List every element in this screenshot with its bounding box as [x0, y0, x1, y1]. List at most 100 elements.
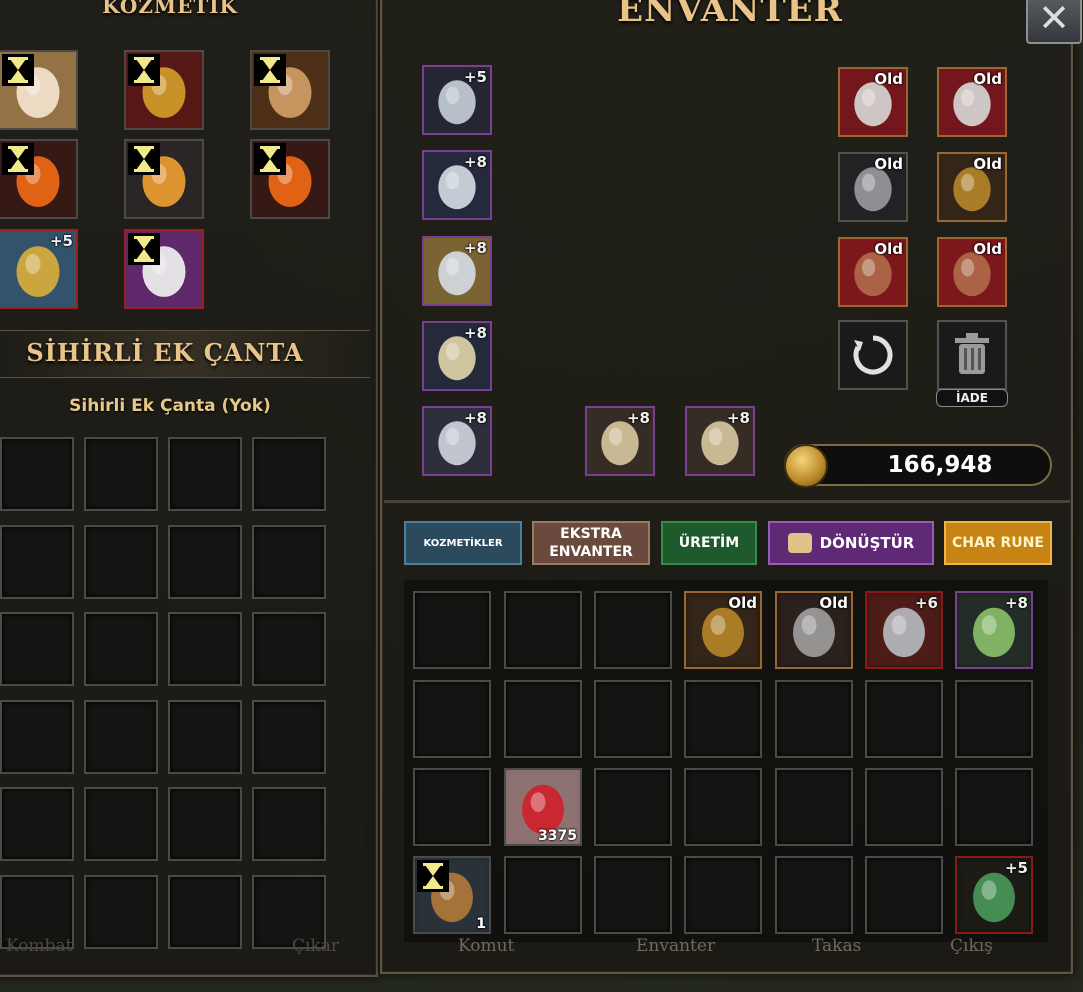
bag-slot[interactable]: [252, 787, 326, 861]
accessory-slot[interactable]: Old: [838, 237, 908, 307]
bag-slot[interactable]: [84, 437, 158, 511]
inventory-slot[interactable]: [413, 680, 491, 758]
inventory-slot[interactable]: [594, 768, 672, 846]
cosmetic-slot[interactable]: [0, 139, 78, 219]
cosmetic-slot[interactable]: [124, 229, 204, 309]
inventory-slot[interactable]: [955, 768, 1033, 846]
inventory-slot[interactable]: [504, 680, 582, 758]
inventory-slot[interactable]: [413, 768, 491, 846]
inventory-slot[interactable]: [684, 680, 762, 758]
equipment-slot[interactable]: +8: [422, 321, 492, 391]
inventory-slot[interactable]: [594, 680, 672, 758]
accessory-slot[interactable]: Old: [937, 152, 1007, 222]
magic-bag-title: SİHİRLİ EK ÇANTA: [26, 338, 304, 367]
equipment-slot[interactable]: +5: [422, 65, 492, 135]
bag-slot[interactable]: [0, 787, 74, 861]
inventory-slot[interactable]: [684, 856, 762, 934]
inventory-slot[interactable]: +5: [955, 856, 1033, 934]
inventory-slot[interactable]: [594, 856, 672, 934]
footer-kombat[interactable]: Kombat: [6, 936, 72, 956]
bag-slot[interactable]: [0, 437, 74, 511]
bag-slot[interactable]: [168, 787, 242, 861]
inventory-slot[interactable]: [775, 680, 853, 758]
inventory-slot[interactable]: [775, 856, 853, 934]
refresh-button[interactable]: [838, 320, 908, 390]
bag-slot[interactable]: [0, 525, 74, 599]
trash-button[interactable]: [937, 320, 1007, 390]
inventory-slot[interactable]: [504, 591, 582, 669]
cosmetic-slot[interactable]: +5: [0, 229, 78, 309]
bag-slot[interactable]: [84, 787, 158, 861]
inventory-slot[interactable]: [865, 768, 943, 846]
hourglass-icon: [417, 860, 449, 892]
bag-slot[interactable]: [168, 525, 242, 599]
item-old-tag: Old: [874, 155, 903, 173]
cosmetic-title: KOZMETİK: [102, 0, 238, 18]
cosmetic-slot[interactable]: [0, 50, 78, 130]
inventory-slot[interactable]: +8: [955, 591, 1033, 669]
bag-slot[interactable]: [168, 700, 242, 774]
item-old-tag: Old: [874, 240, 903, 258]
inventory-slot[interactable]: Old: [684, 591, 762, 669]
equipment-slot[interactable]: +8: [422, 406, 492, 476]
item-level-badge: +5: [463, 68, 487, 86]
bag-slot[interactable]: [84, 525, 158, 599]
inventory-slot[interactable]: [955, 680, 1033, 758]
bag-slot[interactable]: [168, 875, 242, 949]
inventory-slot[interactable]: +6: [865, 591, 943, 669]
accessory-slot[interactable]: Old: [937, 237, 1007, 307]
item-old-tag: Old: [728, 594, 757, 612]
item-level-badge: +5: [49, 232, 73, 250]
accessory-slot[interactable]: Old: [838, 67, 908, 137]
inventory-slot[interactable]: [865, 856, 943, 934]
equipment-slot[interactable]: +8: [422, 236, 492, 306]
bag-slot[interactable]: [252, 700, 326, 774]
bag-slot[interactable]: [0, 700, 74, 774]
inventory-slot[interactable]: [413, 591, 491, 669]
bag-slot[interactable]: [84, 700, 158, 774]
cosmetic-slot[interactable]: [124, 50, 204, 130]
inventory-slot[interactable]: [504, 856, 582, 934]
tab-transform[interactable]: DÖNÜŞTÜR: [768, 521, 934, 565]
bag-slot[interactable]: [84, 612, 158, 686]
magic-bag-subtitle: Sihirli Ek Çanta (Yok): [69, 396, 271, 416]
tab-char-rune[interactable]: CHAR RUNE: [944, 521, 1052, 565]
inventory-slot[interactable]: [684, 768, 762, 846]
item-level-badge: +8: [463, 239, 487, 257]
tab-craft-label: ÜRETİM: [678, 535, 740, 551]
footer-komut[interactable]: Komut: [458, 936, 514, 956]
tab-cosmetics[interactable]: KOZMETİKLER: [404, 521, 522, 565]
gold-amount: 166,948: [887, 452, 993, 478]
inventory-slot[interactable]: 3375: [504, 768, 582, 846]
tab-extra-inventory[interactable]: EKSTRA ENVANTER: [532, 521, 650, 565]
inventory-slot[interactable]: [775, 768, 853, 846]
cosmetic-slot[interactable]: [250, 50, 330, 130]
weapon-slot[interactable]: +8: [585, 406, 655, 476]
inventory-slot[interactable]: 1: [413, 856, 491, 934]
close-button[interactable]: ✕: [1026, 0, 1082, 44]
cosmetic-slot[interactable]: [250, 139, 330, 219]
inventory-slot[interactable]: [865, 680, 943, 758]
bag-slot[interactable]: [252, 612, 326, 686]
inventory-slot[interactable]: Old: [775, 591, 853, 669]
accessory-slot[interactable]: Old: [937, 67, 1007, 137]
accessory-slot[interactable]: Old: [838, 152, 908, 222]
bag-slot[interactable]: [0, 612, 74, 686]
tab-craft[interactable]: ÜRETİM: [661, 521, 757, 565]
footer-takas[interactable]: Takas: [812, 936, 861, 956]
inventory-slot[interactable]: [594, 591, 672, 669]
bag-slot[interactable]: [168, 437, 242, 511]
equipment-slot[interactable]: +8: [422, 150, 492, 220]
footer-envanter[interactable]: Envanter: [636, 936, 715, 956]
item-old-tag: Old: [874, 70, 903, 88]
footer-cikar[interactable]: Çıkar: [292, 936, 339, 956]
cosmetic-slot[interactable]: [124, 139, 204, 219]
bag-slot[interactable]: [252, 437, 326, 511]
divider: [384, 500, 1070, 503]
bag-slot[interactable]: [84, 875, 158, 949]
weapon-slot[interactable]: +8: [685, 406, 755, 476]
bag-slot[interactable]: [168, 612, 242, 686]
item-old-tag: Old: [973, 240, 1002, 258]
footer-cikis[interactable]: Çıkış: [950, 936, 993, 956]
bag-slot[interactable]: [252, 525, 326, 599]
